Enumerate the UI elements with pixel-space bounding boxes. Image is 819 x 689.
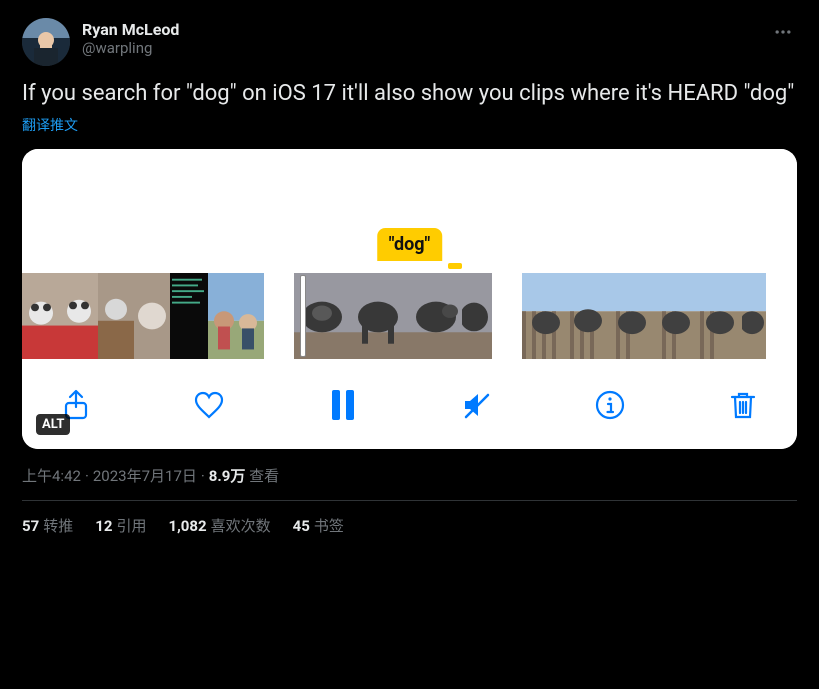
media-whitespace: "dog" [22,149,797,273]
translate-link[interactable]: 翻译推文 [22,115,78,135]
trash-icon [727,389,759,421]
video-thumbnail [742,273,766,359]
likes-stat[interactable]: 1,082喜欢次数 [168,515,270,536]
pause-button[interactable] [321,383,365,427]
alt-badge[interactable]: ALT [36,414,70,435]
video-thumbnail [208,273,264,359]
media-card[interactable]: "dog" [22,149,797,449]
pause-icon [329,388,357,422]
mute-button[interactable] [454,383,498,427]
avatar-image-placeholder [22,18,70,66]
video-thumbnail [406,273,462,359]
clip-group [522,273,766,359]
video-thumbnail [522,273,566,359]
info-button[interactable] [588,383,632,427]
display-name[interactable]: Ryan McLeod [82,20,179,39]
tweet-text: If you search for "dog" on iOS 17 it'll … [22,80,797,109]
author-names: Ryan McLeod @warpling [82,18,179,57]
speaker-muted-icon [460,389,492,421]
timeline-gap [492,273,522,359]
clip-group [22,273,264,359]
tweet-header: Ryan McLeod @warpling [22,18,797,66]
tweet-meta: 上午4:42·2023年7月17日·8.9万 查看 [22,465,797,486]
avatar[interactable] [22,18,70,66]
retweets-stat[interactable]: 57转推 [22,515,73,536]
divider [22,500,797,501]
video-thumbnail [134,273,170,359]
clip-group-active [294,273,492,359]
video-thumbnail [294,273,350,359]
tweet-container: Ryan McLeod @warpling If you search for … [6,6,813,536]
video-thumbnail [566,273,610,359]
video-thumbnail [22,273,60,359]
views-count: 8.9万 [209,467,246,485]
info-icon [594,389,626,421]
video-thumbnail [462,273,492,359]
bookmarks-stat[interactable]: 45书签 [293,515,344,536]
search-term-badge: "dog" [377,228,443,261]
media-toolbar [22,363,797,449]
video-thumbnail [98,273,134,359]
heart-icon [193,389,225,421]
views-label: 查看 [249,467,279,485]
quotes-stat[interactable]: 12引用 [95,515,146,536]
more-icon [773,22,793,42]
video-timeline[interactable] [22,273,797,363]
tweet-time[interactable]: 上午4:42 [22,467,81,485]
video-thumbnail [698,273,742,359]
handle[interactable]: @warpling [82,39,179,57]
video-thumbnail [610,273,654,359]
video-thumbnail [60,273,98,359]
video-thumbnail [170,273,208,359]
video-thumbnail [654,273,698,359]
tweet-date[interactable]: 2023年7月17日 [93,467,197,485]
delete-button[interactable] [721,383,765,427]
tweet-stats: 57转推 12引用 1,082喜欢次数 45书签 [22,515,797,536]
like-button[interactable] [187,383,231,427]
video-thumbnail [350,273,406,359]
badge-tick [448,263,462,269]
timeline-gap [264,273,294,359]
more-button[interactable] [769,18,797,50]
